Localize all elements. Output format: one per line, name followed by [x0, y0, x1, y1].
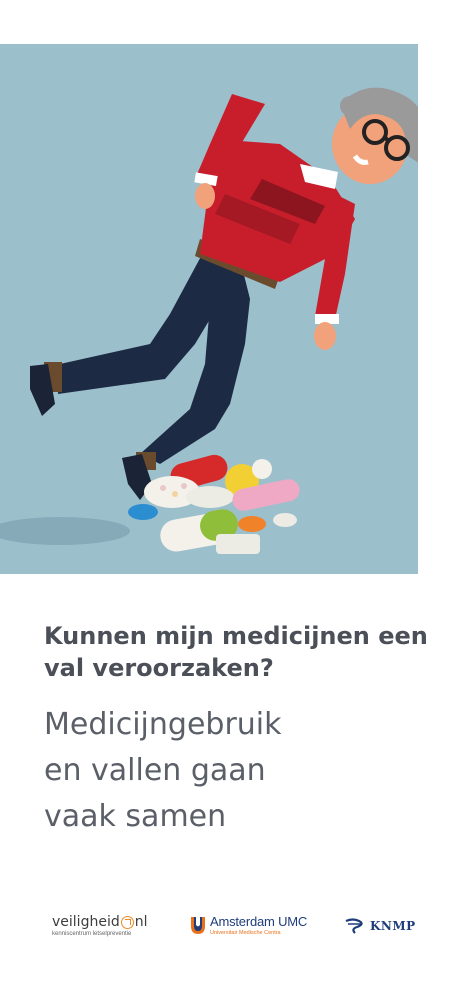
- subtitle-line: vaak samen: [44, 799, 227, 834]
- veiligheid-name: veiligheid: [52, 914, 120, 930]
- veiligheid-domain: nl: [134, 914, 148, 930]
- subtitle-line: en vallen gaan: [44, 753, 266, 788]
- back-leg: [58, 249, 225, 394]
- right-hand: [314, 322, 336, 350]
- hero-illustration: [0, 44, 418, 574]
- veiligheid-tagline: kenniscentrum letselpreventie: [52, 931, 132, 937]
- left-hand: [195, 183, 215, 209]
- umc-tagline: Universitair Medische Centra: [210, 930, 281, 936]
- arrow-circle-icon: [120, 915, 134, 929]
- knmp-name: KNMP: [370, 919, 416, 933]
- partner-logos: veiligheid nl kenniscentrum letselpreven…: [0, 900, 462, 960]
- subtitle: Medicijngebruik en vallen gaan vaak same…: [44, 702, 434, 840]
- falling-man-illustration: [0, 87, 418, 554]
- knmp-logo: KNMP: [345, 918, 416, 934]
- umc-emblem-icon: [191, 917, 205, 934]
- subtitle-line: Medicijngebruik: [44, 707, 282, 742]
- floor-shadow: [0, 517, 130, 545]
- amsterdam-umc-logo: Amsterdam UMC Universitair Medische Cent…: [190, 914, 307, 936]
- umc-name: Amsterdam UMC: [210, 914, 308, 929]
- veiligheid-nl-logo: veiligheid nl kenniscentrum letselpreven…: [52, 914, 147, 937]
- knmp-snake-icon: [345, 918, 363, 934]
- page-title: Kunnen mijn medicijnen een val veroorzak…: [44, 622, 428, 682]
